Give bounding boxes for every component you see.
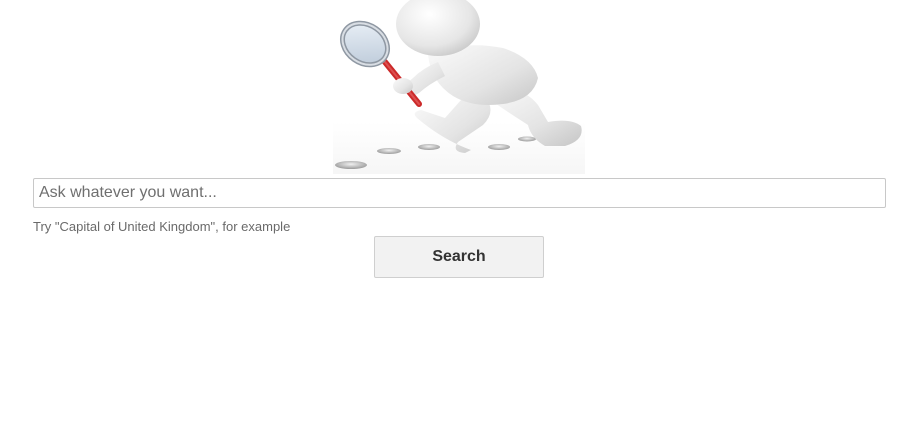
- search-input[interactable]: [33, 178, 886, 208]
- magnifier-figure-icon: [335, 0, 582, 169]
- search-hint: Try "Capital of United Kingdom", for exa…: [33, 219, 291, 234]
- search-page: Try "Capital of United Kingdom", for exa…: [0, 0, 911, 436]
- detective-illustration: [333, 0, 585, 174]
- search-button[interactable]: Search: [374, 236, 544, 278]
